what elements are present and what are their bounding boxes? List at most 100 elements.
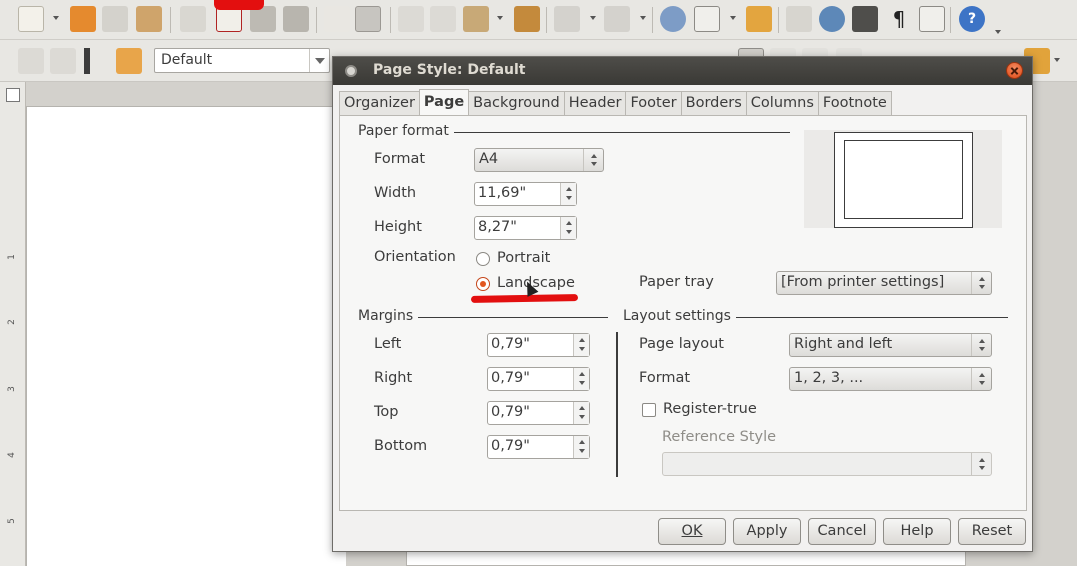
chevron-down-icon[interactable] bbox=[640, 16, 646, 20]
copy-icon[interactable] bbox=[430, 6, 456, 32]
chevron-down-icon[interactable] bbox=[497, 16, 503, 20]
forward-arrow-icon[interactable] bbox=[50, 48, 76, 74]
chevron-down-icon[interactable] bbox=[995, 30, 1001, 34]
chevron-down-icon[interactable] bbox=[590, 16, 596, 20]
spin-buttons[interactable] bbox=[573, 368, 589, 390]
chevron-down-icon[interactable] bbox=[1054, 58, 1060, 62]
portrait-radio[interactable] bbox=[476, 252, 490, 266]
register-true-label[interactable]: Register-true bbox=[663, 401, 757, 417]
styles-formatting-icon[interactable] bbox=[116, 48, 142, 74]
width-spinbox[interactable]: 11,69" bbox=[474, 182, 577, 206]
ruler-corner[interactable] bbox=[6, 88, 20, 102]
document-page[interactable] bbox=[26, 106, 346, 566]
send-icon[interactable] bbox=[136, 6, 162, 32]
ruler-number: 4 bbox=[6, 452, 17, 458]
help-button[interactable]: Help bbox=[883, 518, 951, 545]
tab-page[interactable]: Page bbox=[418, 89, 470, 115]
reference-style-select[interactable] bbox=[662, 452, 992, 476]
chevron-down-icon[interactable] bbox=[309, 49, 329, 72]
toolbar-separator bbox=[950, 7, 951, 33]
table-icon[interactable] bbox=[694, 6, 720, 32]
chevron-updown-icon[interactable] bbox=[583, 149, 603, 171]
print-preview-icon[interactable] bbox=[283, 6, 309, 32]
cut-icon[interactable] bbox=[398, 6, 424, 32]
reset-button[interactable]: Reset bbox=[958, 518, 1026, 545]
chevron-updown-icon[interactable] bbox=[971, 334, 991, 356]
window-menu-icon[interactable] bbox=[345, 65, 357, 77]
paper-format-select[interactable]: A4 bbox=[474, 148, 604, 172]
tab-background[interactable]: Background bbox=[468, 91, 565, 115]
paper-tray-label: Paper tray bbox=[639, 274, 714, 290]
reference-style-label: Reference Style bbox=[662, 429, 777, 445]
save-icon[interactable] bbox=[102, 6, 128, 32]
new-document-icon[interactable] bbox=[18, 6, 44, 32]
ruler-number: 2 bbox=[6, 319, 17, 325]
draw-functions-icon[interactable] bbox=[746, 6, 772, 32]
apply-button-label: Apply bbox=[746, 523, 788, 539]
dialog-titlebar[interactable]: Page Style: Default bbox=[333, 57, 1032, 85]
find-replace-icon[interactable] bbox=[786, 6, 812, 32]
portrait-label[interactable]: Portrait bbox=[497, 250, 550, 266]
spin-buttons[interactable] bbox=[560, 217, 576, 239]
undo-icon[interactable] bbox=[554, 6, 580, 32]
close-icon[interactable] bbox=[1006, 62, 1023, 79]
zoom-icon[interactable] bbox=[919, 6, 945, 32]
autospellcheck-icon[interactable] bbox=[355, 6, 381, 32]
tab-footnote[interactable]: Footnote bbox=[817, 91, 892, 115]
spin-buttons[interactable] bbox=[560, 183, 576, 205]
ok-button[interactable]: OK bbox=[658, 518, 726, 545]
margin-left-spinbox[interactable]: 0,79" bbox=[487, 333, 590, 357]
register-true-checkbox[interactable] bbox=[642, 403, 656, 417]
margin-bottom-value: 0,79" bbox=[491, 438, 530, 454]
format-label: Format bbox=[374, 151, 426, 167]
chevron-down-icon[interactable] bbox=[730, 16, 736, 20]
reset-button-label: Reset bbox=[971, 523, 1013, 539]
ruler-number: 3 bbox=[6, 386, 17, 392]
numbering-format-value: 1, 2, 3, ... bbox=[794, 370, 864, 386]
paste-icon[interactable] bbox=[463, 6, 489, 32]
toolbar-grip[interactable] bbox=[84, 48, 90, 74]
paragraph-style-combo[interactable]: Default bbox=[154, 48, 330, 73]
chevron-updown-icon[interactable] bbox=[971, 453, 991, 475]
margin-right-spinbox[interactable]: 0,79" bbox=[487, 367, 590, 391]
section-divider bbox=[736, 317, 1008, 318]
gallery-icon[interactable] bbox=[852, 6, 878, 32]
chevron-updown-icon[interactable] bbox=[971, 368, 991, 390]
standard-toolbar: ¶ ? bbox=[0, 0, 1077, 40]
spin-buttons[interactable] bbox=[573, 436, 589, 458]
apply-button[interactable]: Apply bbox=[733, 518, 801, 545]
help-icon[interactable]: ? bbox=[959, 6, 985, 32]
format-paintbrush-icon[interactable] bbox=[514, 6, 540, 32]
back-arrow-icon[interactable] bbox=[18, 48, 44, 74]
cancel-button[interactable]: Cancel bbox=[808, 518, 876, 545]
chevron-down-icon[interactable] bbox=[53, 16, 59, 20]
landscape-radio[interactable] bbox=[476, 277, 490, 291]
margin-right-value: 0,79" bbox=[491, 370, 530, 386]
height-label: Height bbox=[374, 219, 422, 235]
redo-icon[interactable] bbox=[604, 6, 630, 32]
paper-tray-select[interactable]: [From printer settings] bbox=[776, 271, 992, 295]
chevron-updown-icon[interactable] bbox=[971, 272, 991, 294]
tab-organizer[interactable]: Organizer bbox=[339, 91, 420, 115]
navigator-icon[interactable] bbox=[819, 6, 845, 32]
tab-footer[interactable]: Footer bbox=[625, 91, 682, 115]
spellcheck-icon[interactable] bbox=[324, 6, 350, 32]
hyperlink-icon[interactable] bbox=[660, 6, 686, 32]
margin-bottom-spinbox[interactable]: 0,79" bbox=[487, 435, 590, 459]
height-spinbox[interactable]: 8,27" bbox=[474, 216, 577, 240]
margin-top-spinbox[interactable]: 0,79" bbox=[487, 401, 590, 425]
toolbar-separator bbox=[652, 7, 653, 33]
tab-columns[interactable]: Columns bbox=[745, 91, 819, 115]
formatting-marks-icon[interactable]: ¶ bbox=[886, 6, 912, 32]
tab-borders[interactable]: Borders bbox=[680, 91, 747, 115]
page-layout-value: Right and left bbox=[794, 336, 893, 352]
spin-buttons[interactable] bbox=[573, 402, 589, 424]
page-preview-margins bbox=[844, 140, 963, 219]
page-layout-select[interactable]: Right and left bbox=[789, 333, 992, 357]
numbering-format-select[interactable]: 1, 2, 3, ... bbox=[789, 367, 992, 391]
open-folder-icon[interactable] bbox=[70, 6, 96, 32]
edit-file-icon[interactable] bbox=[180, 6, 206, 32]
tab-header[interactable]: Header bbox=[563, 91, 627, 115]
section-divider bbox=[454, 132, 790, 133]
spin-buttons[interactable] bbox=[573, 334, 589, 356]
